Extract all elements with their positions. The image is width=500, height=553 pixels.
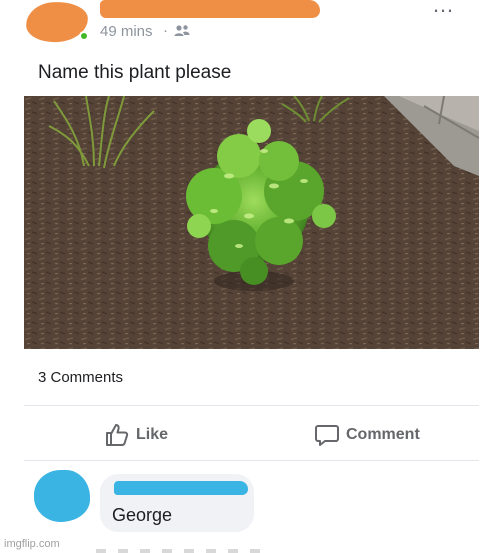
redacted-poster-name[interactable] bbox=[100, 0, 320, 18]
comment-text: George bbox=[112, 505, 173, 525]
post-header: 49 mins · … bbox=[0, 0, 500, 56]
divider bbox=[24, 405, 479, 406]
redacted-commenter-avatar[interactable] bbox=[34, 470, 90, 522]
comments-count[interactable]: 3 Comments bbox=[38, 369, 123, 386]
plant-photo[interactable] bbox=[24, 96, 479, 349]
thumbs-up-icon bbox=[106, 424, 129, 446]
comment-label: Comment bbox=[346, 426, 420, 443]
more-options-icon[interactable]: … bbox=[432, 0, 455, 18]
separator-dot: · bbox=[163, 22, 168, 39]
like-label: Like bbox=[136, 426, 169, 443]
friends-icon[interactable] bbox=[173, 23, 191, 39]
post-caption: Name this plant please bbox=[38, 62, 232, 83]
post-timestamp[interactable]: 49 mins bbox=[100, 23, 153, 40]
online-status-dot bbox=[79, 31, 89, 41]
watermark: imgflip.com bbox=[4, 538, 60, 550]
speech-bubble-icon bbox=[315, 425, 339, 446]
divider bbox=[24, 460, 479, 461]
cropped-content-edge bbox=[96, 549, 266, 553]
redacted-commenter-name[interactable] bbox=[114, 481, 248, 495]
like-button[interactable]: Like bbox=[104, 420, 168, 450]
comment-button[interactable]: Comment bbox=[314, 420, 420, 450]
plant-photo-image bbox=[24, 96, 479, 349]
